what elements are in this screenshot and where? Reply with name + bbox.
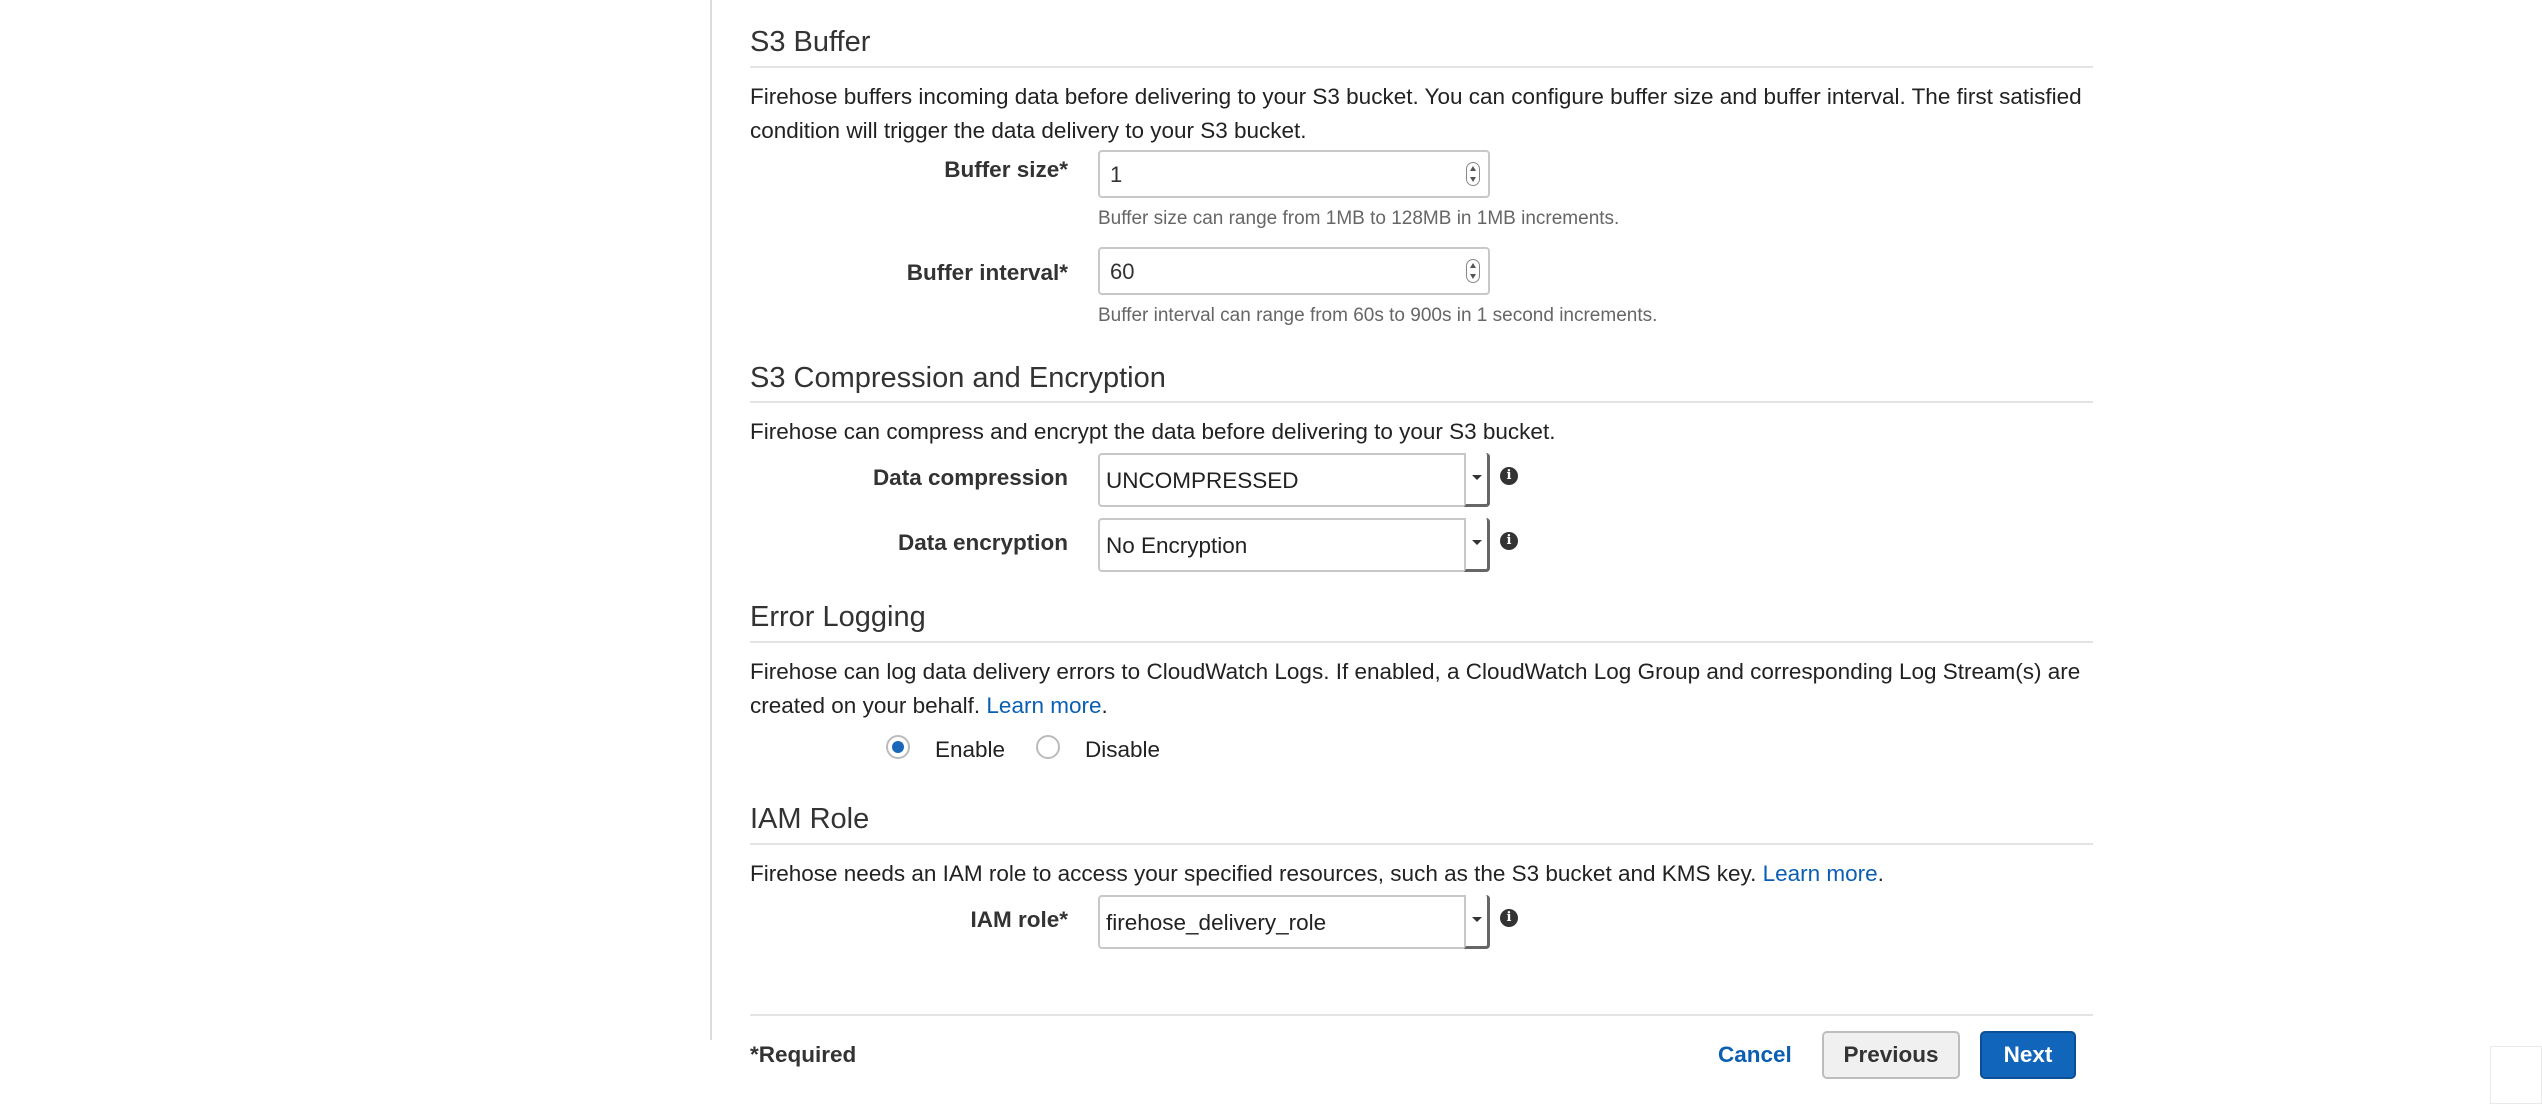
section-rule — [750, 641, 2093, 643]
data-encryption-value: No Encryption — [1106, 533, 1248, 558]
s3-buffer-description: Firehose buffers incoming data before de… — [750, 84, 2082, 143]
enable-radio-label[interactable]: Enable — [935, 737, 1005, 763]
error-logging-description: Firehose can log data delivery errors to… — [750, 659, 2081, 718]
corner-widget — [2490, 1046, 2542, 1104]
data-encryption-label: Data encryption — [897, 530, 1068, 555]
section-rule — [750, 843, 2093, 845]
data-compression-label: Data compression — [872, 465, 1068, 490]
iam-description: Firehose needs an IAM role to access you… — [750, 861, 1884, 886]
previous-button[interactable]: Previous — [1822, 1031, 1960, 1079]
data-compression-select[interactable]: UNCOMPRESSED — [1098, 453, 1490, 507]
iam-role-select[interactable]: firehose_delivery_role — [1098, 895, 1490, 949]
section-title-iam-role: IAM Role — [750, 803, 870, 835]
footer-rule — [750, 1014, 2093, 1016]
chevron-down-icon[interactable] — [1464, 895, 1490, 949]
buffer-interval-help: Buffer interval can range from 60s to 90… — [1098, 305, 1658, 326]
buffer-size-label: Buffer size* — [944, 157, 1068, 182]
buffer-size-input[interactable]: 1 — [1098, 150, 1490, 198]
info-icon[interactable]: i — [1500, 909, 1518, 927]
section-title-s3-buffer: S3 Buffer — [750, 26, 871, 58]
error-logging-learn-more-link[interactable]: Learn more — [986, 693, 1101, 718]
section-title-error-logging: Error Logging — [750, 601, 926, 633]
data-encryption-select[interactable]: No Encryption — [1098, 518, 1490, 572]
page: S3 Buffer Firehose buffers incoming data… — [0, 0, 2542, 1104]
section-rule — [750, 66, 2093, 68]
iam-role-label: IAM role* — [970, 907, 1068, 932]
iam-description-text: Firehose needs an IAM role to access you… — [750, 861, 1757, 886]
compression-description: Firehose can compress and encrypt the da… — [750, 419, 1556, 444]
spinner-icon[interactable] — [1466, 259, 1480, 283]
buffer-interval-value: 60 — [1110, 259, 1135, 284]
info-icon[interactable]: i — [1500, 532, 1518, 550]
disable-radio[interactable] — [1036, 735, 1060, 759]
left-divider — [710, 0, 712, 1040]
chevron-down-icon[interactable] — [1464, 453, 1490, 507]
next-button[interactable]: Next — [1980, 1031, 2076, 1079]
buffer-interval-label: Buffer interval* — [906, 260, 1068, 285]
section-title-compression: S3 Compression and Encryption — [750, 362, 1166, 394]
buffer-size-help: Buffer size can range from 1MB to 128MB … — [1098, 208, 1620, 229]
buffer-size-value: 1 — [1110, 162, 1123, 187]
error-logging-description-text: Firehose can log data delivery errors to… — [750, 659, 2081, 718]
iam-learn-more-link[interactable]: Learn more — [1763, 861, 1878, 886]
required-note: *Required — [750, 1042, 857, 1067]
disable-radio-label[interactable]: Disable — [1085, 737, 1160, 763]
buffer-interval-input[interactable]: 60 — [1098, 247, 1490, 295]
enable-radio[interactable] — [886, 735, 910, 759]
cancel-button[interactable]: Cancel — [1718, 1042, 1792, 1068]
chevron-down-icon[interactable] — [1464, 518, 1490, 572]
spinner-icon[interactable] — [1466, 162, 1480, 186]
section-rule — [750, 401, 2093, 403]
data-compression-value: UNCOMPRESSED — [1106, 468, 1299, 493]
info-icon[interactable]: i — [1500, 467, 1518, 485]
iam-role-value: firehose_delivery_role — [1106, 910, 1327, 935]
